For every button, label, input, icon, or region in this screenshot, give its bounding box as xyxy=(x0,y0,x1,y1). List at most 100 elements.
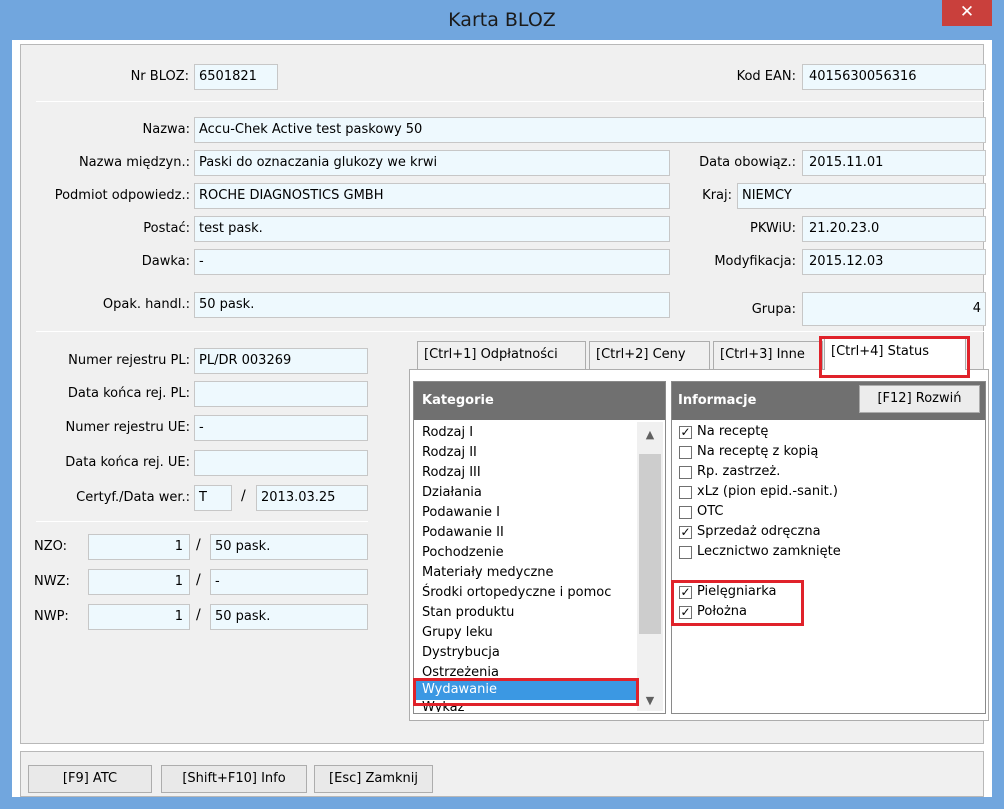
nzo-value-field[interactable]: 50 pask. xyxy=(210,534,368,560)
reg-pl-field[interactable]: PL/DR 003269 xyxy=(194,348,368,374)
package-field[interactable]: 50 pask. xyxy=(194,292,670,318)
checkbox-checked-icon[interactable]: ✓ xyxy=(679,606,692,619)
checkbox-empty-icon[interactable] xyxy=(679,546,692,559)
info-checkbox-label: Lecznictwo zamknięte xyxy=(697,544,841,559)
nwp-count-field[interactable]: 1 xyxy=(88,604,190,630)
valid-date-field[interactable]: 2015.11.01 xyxy=(802,150,986,176)
end-ue-field[interactable] xyxy=(194,450,368,476)
information-panel: Informacje [F12] Rozwiń ✓ Na receptę Na re… xyxy=(671,381,986,714)
info-checkbox-label: Położna xyxy=(697,604,748,619)
checkbox-empty-icon[interactable] xyxy=(679,446,692,459)
intl-name-field[interactable]: Paski do oznaczania glukozy we krwi xyxy=(194,150,670,176)
tab-status[interactable]: [Ctrl+4] Status xyxy=(824,338,966,370)
pkwiu-label: PKWiU: xyxy=(750,221,796,236)
checkbox-empty-icon[interactable] xyxy=(679,466,692,479)
separator xyxy=(36,331,986,332)
intl-name-label: Nazwa międzyn.: xyxy=(78,155,190,170)
list-item[interactable]: Podawanie I xyxy=(422,503,500,523)
list-item-selected[interactable]: Wydawanie xyxy=(416,680,636,700)
checkbox-checked-icon[interactable]: ✓ xyxy=(679,526,692,539)
cert-date-field[interactable]: 2013.03.25 xyxy=(256,485,368,511)
window-title: Karta BLOZ xyxy=(448,9,556,31)
close-icon: ✕ xyxy=(959,2,975,22)
list-item[interactable]: Środki ortopedyczne i pomoc xyxy=(422,583,611,603)
list-item[interactable]: Podawanie II xyxy=(422,523,504,543)
info-checkbox-label: Pielęgniarka xyxy=(697,584,777,599)
nwp-label: NWP: xyxy=(34,609,69,624)
scroll-down-icon[interactable]: ▼ xyxy=(637,694,663,707)
title-bar: Karta BLOZ ✕ xyxy=(0,0,1004,40)
dose-label: Dawka: xyxy=(141,254,190,269)
reg-ue-label: Numer rejestru UE: xyxy=(65,420,190,435)
pkwiu-field[interactable]: 21.20.23.0 xyxy=(802,216,986,242)
info-checkbox-label: xLz (pion epid.-sanit.) xyxy=(697,484,838,499)
tab-ceny[interactable]: [Ctrl+2] Ceny xyxy=(589,341,710,369)
information-title: Informacje xyxy=(678,393,757,408)
atc-button[interactable]: [F9] ATC xyxy=(28,765,152,793)
info-checkbox-label: Sprzedaż odręczna xyxy=(697,524,821,539)
nzo-count-field[interactable]: 1 xyxy=(88,534,190,560)
tab-inne[interactable]: [Ctrl+3] Inne xyxy=(713,341,823,369)
cert-field[interactable]: T xyxy=(194,485,232,511)
tab-odplatnosci[interactable]: [Ctrl+1] Odpłatności xyxy=(417,341,586,369)
list-item[interactable]: Stan produktu xyxy=(422,603,514,623)
list-item[interactable]: Rodzaj I xyxy=(422,423,473,443)
reg-pl-label: Numer rejestru PL: xyxy=(68,353,190,368)
modification-field[interactable]: 2015.12.03 xyxy=(802,249,986,275)
group-field[interactable]: 4 xyxy=(802,292,986,326)
package-label: Opak. handl.: xyxy=(102,297,190,312)
end-pl-label: Data końca rej. PL: xyxy=(67,386,190,401)
list-item[interactable]: Rodzaj III xyxy=(422,463,481,483)
slash-separator: / xyxy=(196,537,201,553)
nr-bloz-field[interactable]: 6501821 xyxy=(194,64,278,90)
close-button[interactable]: [Esc] Zamknij xyxy=(314,765,433,793)
categories-header: Kategorie xyxy=(414,382,665,420)
list-item[interactable]: Ostrzeżenia xyxy=(422,663,499,678)
categories-list[interactable]: Kategorie Rodzaj I Rodzaj II Rodzaj III … xyxy=(413,381,666,714)
end-pl-field[interactable] xyxy=(194,381,368,407)
reg-ue-field[interactable]: - xyxy=(194,415,368,441)
list-item[interactable]: Działania xyxy=(422,483,482,503)
country-field[interactable]: NIEMCY xyxy=(737,183,986,209)
info-checkbox-label: Rp. zastrzeż. xyxy=(697,464,781,479)
checkbox-checked-icon[interactable]: ✓ xyxy=(679,586,692,599)
nwz-label: NWZ: xyxy=(34,574,70,589)
group-label: Grupa: xyxy=(751,302,796,317)
name-label: Nazwa: xyxy=(142,122,191,137)
dose-field[interactable]: - xyxy=(194,249,670,275)
information-header: Informacje [F12] Rozwiń xyxy=(672,382,985,420)
slash-separator: / xyxy=(196,607,201,623)
list-item[interactable]: Pochodzenie xyxy=(422,543,504,563)
info-button[interactable]: [Shift+F10] Info xyxy=(161,765,307,793)
list-item[interactable]: Grupy leku xyxy=(422,623,493,643)
close-window-button[interactable]: ✕ xyxy=(942,0,992,26)
checkbox-empty-icon[interactable] xyxy=(679,486,692,499)
country-label: Kraj: xyxy=(702,188,732,203)
valid-date-label: Data obowiąz.: xyxy=(699,155,796,170)
checkbox-empty-icon[interactable] xyxy=(679,506,692,519)
entity-field[interactable]: ROCHE DIAGNOSTICS GMBH xyxy=(194,183,670,209)
categories-scrollbar[interactable]: ▲ ▼ xyxy=(637,422,663,711)
cert-label: Certyf./Data wer.: xyxy=(76,490,190,505)
list-item[interactable]: Rodzaj II xyxy=(422,443,477,463)
nr-bloz-label: Nr BLOZ: xyxy=(130,69,189,84)
separator xyxy=(36,521,368,522)
nwz-count-field[interactable]: 1 xyxy=(88,569,190,595)
slash-separator: / xyxy=(196,572,201,588)
expand-button[interactable]: [F12] Rozwiń xyxy=(859,385,980,413)
nwp-value-field[interactable]: 50 pask. xyxy=(210,604,368,630)
list-item[interactable]: Materiały medyczne xyxy=(422,563,554,583)
scroll-thumb[interactable] xyxy=(639,454,661,634)
info-checkbox-label: Na receptę z kopią xyxy=(697,444,819,459)
form-field[interactable]: test pask. xyxy=(194,216,670,242)
entity-label: Podmiot odpowiedz.: xyxy=(54,188,190,203)
list-item[interactable]: Wykaz xyxy=(422,700,464,712)
nwz-value-field[interactable]: - xyxy=(210,569,368,595)
scroll-up-icon[interactable]: ▲ xyxy=(637,428,663,441)
end-ue-label: Data końca rej. UE: xyxy=(65,455,190,470)
name-field[interactable]: Accu-Chek Active test paskowy 50 xyxy=(194,117,986,143)
info-checkbox-label: OTC xyxy=(697,504,724,519)
checkbox-checked-icon[interactable]: ✓ xyxy=(679,426,692,439)
list-item[interactable]: Dystrybucja xyxy=(422,643,500,663)
ean-field[interactable]: 4015630056316 xyxy=(802,64,986,90)
